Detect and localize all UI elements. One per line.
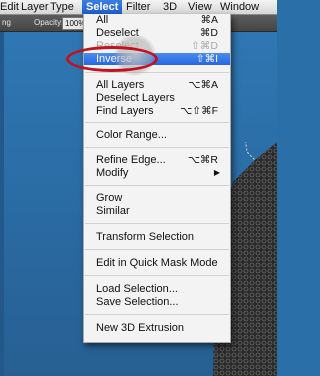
menu-separator <box>85 275 229 276</box>
menu-type[interactable]: Type <box>50 0 74 14</box>
menu-item-new-3d-extrusion[interactable]: New 3D Extrusion <box>84 322 230 334</box>
menu-item-all-layers[interactable]: All Layers ⌥⌘A <box>84 79 230 91</box>
chevron-right-icon: ▶ <box>213 168 220 177</box>
menu-filter[interactable]: Filter <box>126 0 150 14</box>
menu-item-transform-selection[interactable]: Transform Selection <box>84 231 230 243</box>
menu-bar: Edit Layer Type Select Filter 3D View Wi… <box>0 0 277 15</box>
options-label: ng <box>2 18 11 27</box>
menu-3d[interactable]: 3D <box>163 0 177 14</box>
menu-item-quick-mask[interactable]: Edit in Quick Mask Mode <box>84 257 230 269</box>
menu-window[interactable]: Window <box>220 0 259 14</box>
menu-item-load-selection[interactable]: Load Selection... <box>84 283 230 295</box>
menu-item-find-layers[interactable]: Find Layers ⌥⇧⌘F <box>84 105 230 117</box>
menu-separator <box>85 72 229 73</box>
menu-separator <box>85 147 229 148</box>
menu-item-reselect: Reselect ⇧⌘D <box>96 40 218 52</box>
menu-separator <box>85 185 229 186</box>
menu-item-modify[interactable]: Modify ▶ <box>84 167 230 179</box>
menu-layer[interactable]: Layer <box>21 0 49 14</box>
menu-select[interactable]: Select <box>82 0 123 14</box>
menu-item-grow[interactable]: Grow <box>84 192 230 204</box>
menu-view[interactable]: View <box>188 0 212 14</box>
menu-edit[interactable]: Edit <box>0 0 19 14</box>
menu-item-all[interactable]: All ⌘A <box>84 14 230 26</box>
canvas-edge <box>0 32 4 376</box>
menu-separator <box>85 122 229 123</box>
menu-item-deselect[interactable]: Deselect ⌘D <box>84 27 230 39</box>
menu-item-color-range[interactable]: Color Range... <box>84 129 230 141</box>
menu-item-deselect-layers[interactable]: Deselect Layers <box>84 92 230 104</box>
menu-item-similar[interactable]: Similar <box>84 205 230 217</box>
menu-separator <box>85 223 229 224</box>
menu-separator <box>85 314 229 315</box>
menu-item-refine-edge[interactable]: Refine Edge... ⌥⌘R <box>84 154 230 166</box>
menu-item-save-selection[interactable]: Save Selection... <box>84 296 230 308</box>
menu-separator <box>85 249 229 250</box>
select-menu-dropdown: All ⌘A Deselect ⌘D Reselect ⇧⌘D Inverse … <box>83 14 231 343</box>
menu-item-inverse[interactable]: Inverse ⇧⌘I <box>84 53 230 65</box>
opacity-label: Opacity: <box>34 18 64 27</box>
